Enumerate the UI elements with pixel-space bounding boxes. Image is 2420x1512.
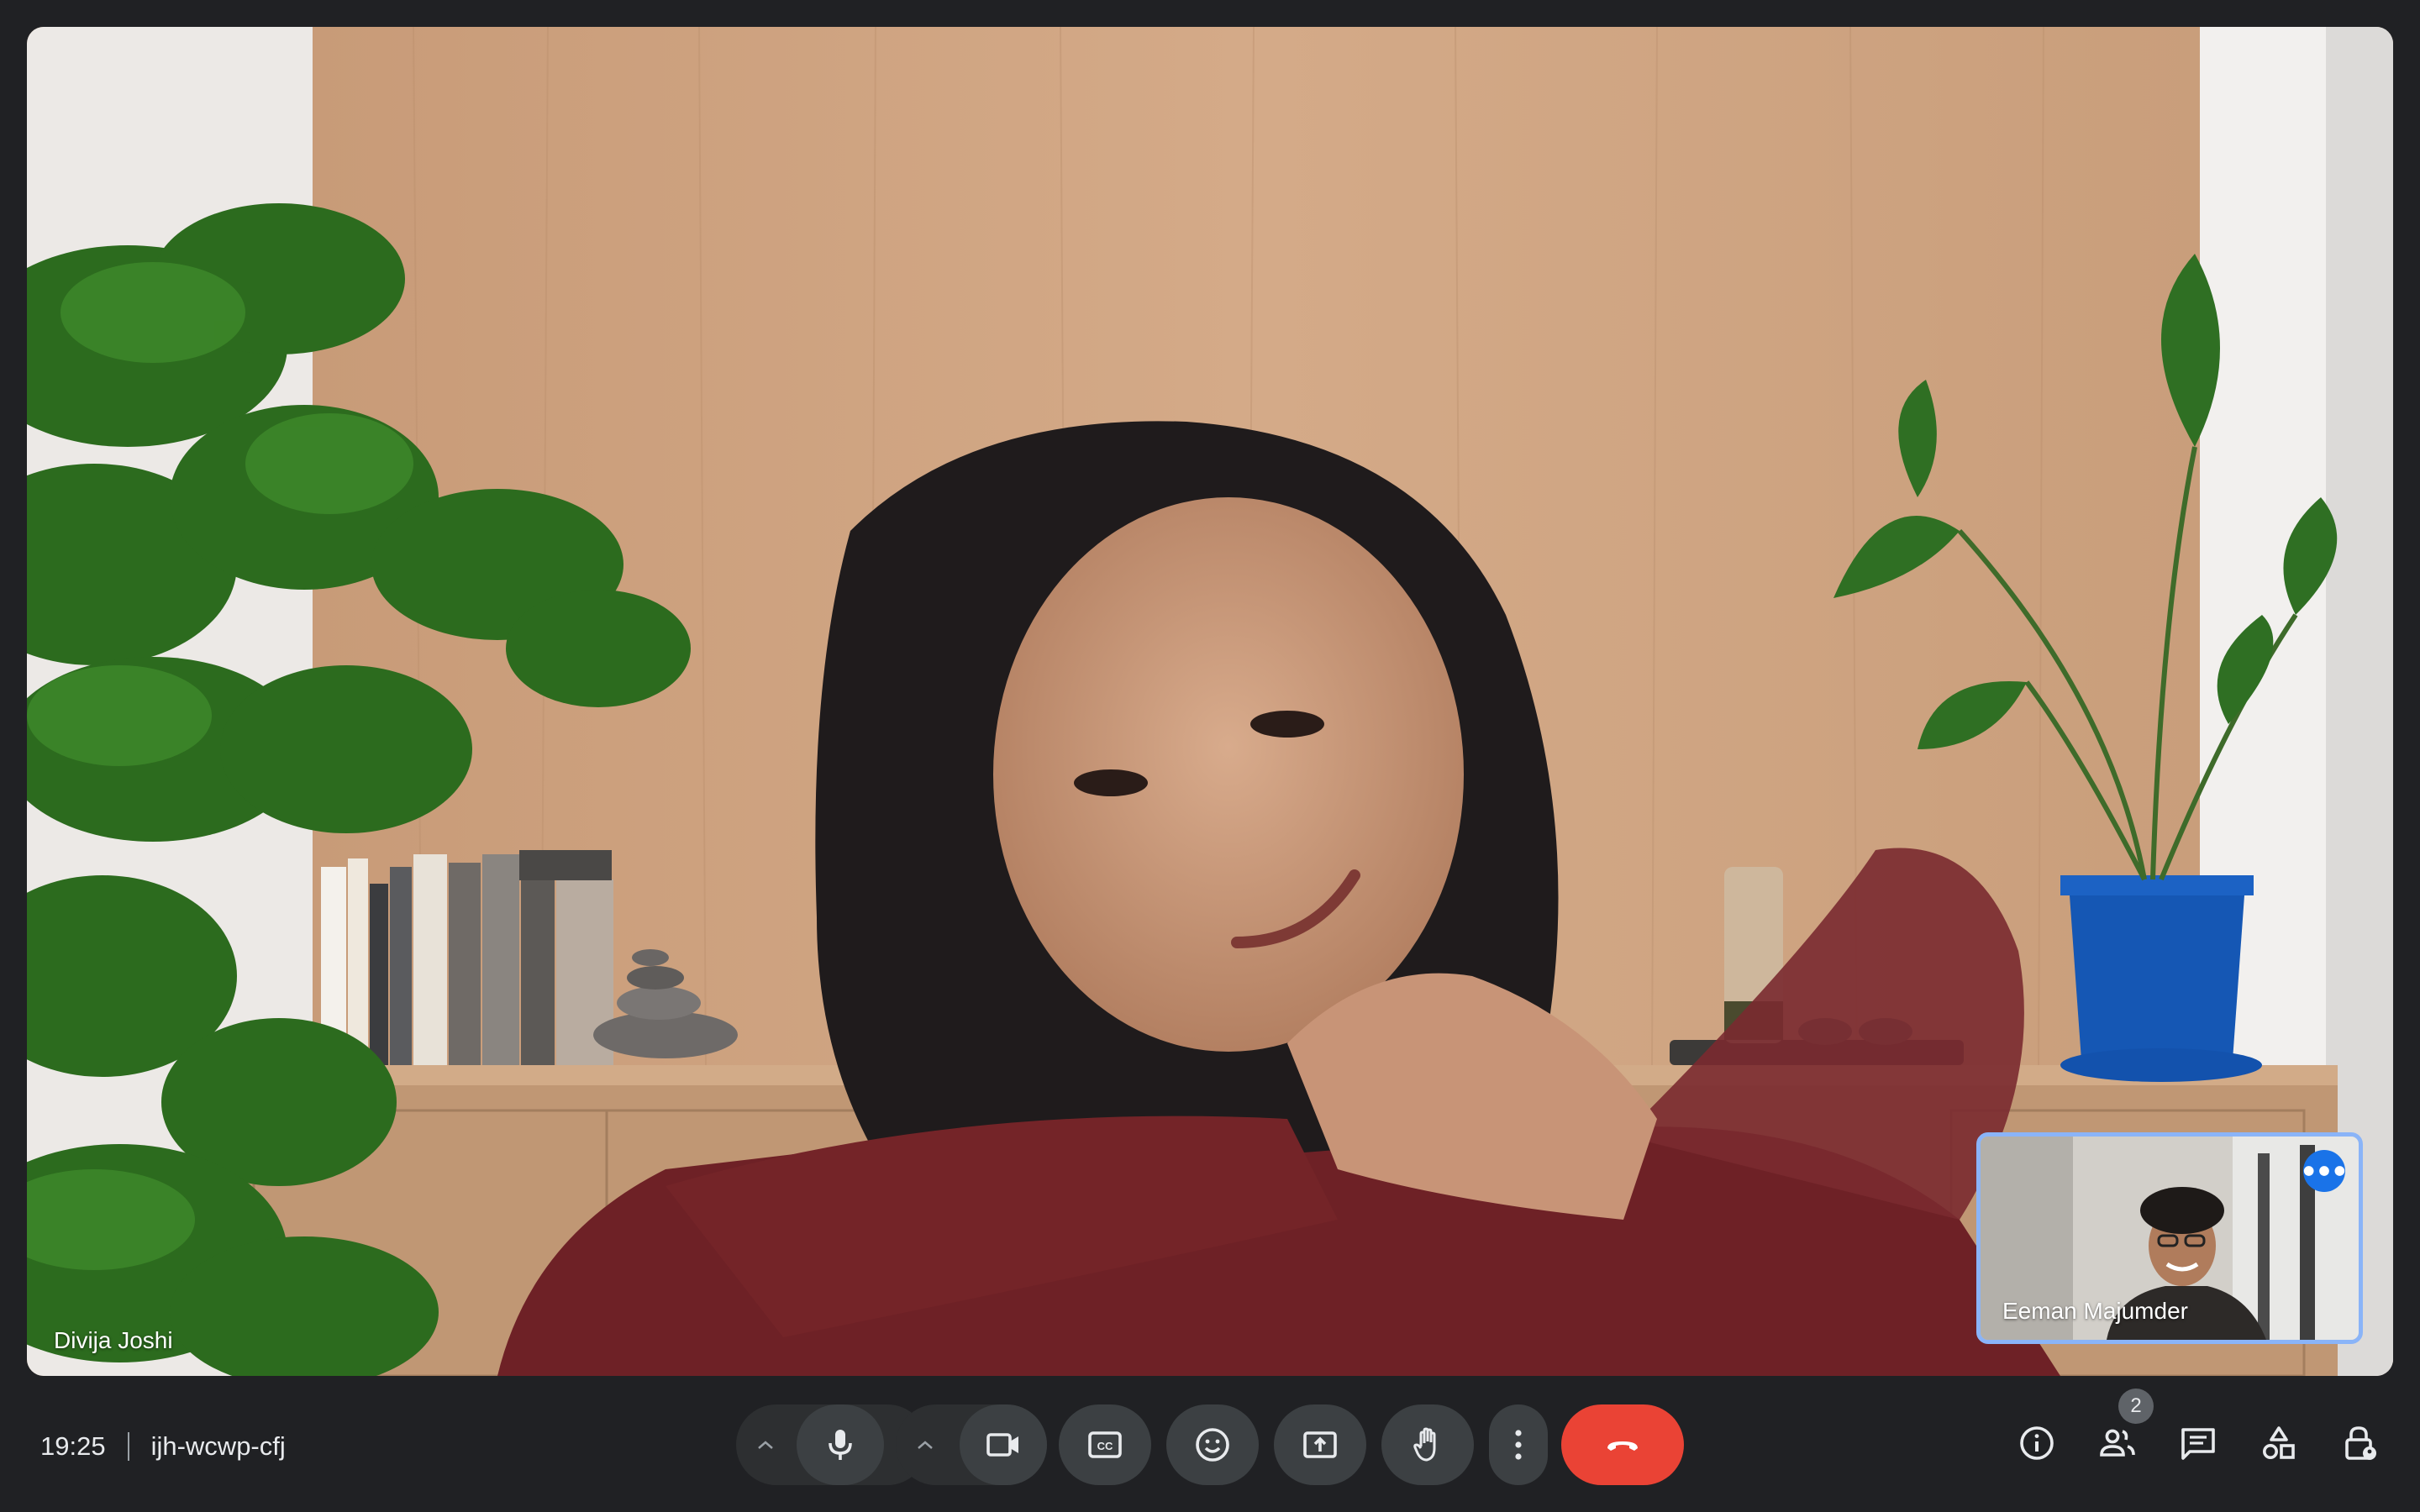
audio-settings-button[interactable] <box>736 1404 795 1485</box>
host-controls-button[interactable] <box>2326 1410 2393 1477</box>
end-call-icon <box>1607 1441 1638 1451</box>
camera-button[interactable] <box>960 1404 1047 1485</box>
end-call-button[interactable] <box>1561 1404 1684 1485</box>
raise-hand-button[interactable] <box>1381 1404 1474 1485</box>
svg-text:CC: CC <box>1097 1440 1113 1452</box>
reactions-button[interactable] <box>1166 1404 1259 1485</box>
more-horiz-icon <box>2303 1166 2345 1176</box>
host-controls-icon <box>2345 1426 2376 1460</box>
activities-button[interactable] <box>2245 1410 2312 1477</box>
participant-count-badge: 2 <box>2118 1389 2154 1424</box>
self-view-tile[interactable]: Eeman Majumder <box>1976 1132 2363 1344</box>
info-icon <box>2020 1426 2054 1460</box>
present-screen-button[interactable] <box>1274 1404 1366 1485</box>
chat-button[interactable] <box>2165 1410 2232 1477</box>
activities-icon <box>2263 1426 2295 1459</box>
meeting-details-button[interactable] <box>2003 1410 2070 1477</box>
chat-icon <box>2181 1428 2215 1460</box>
microphone-button[interactable] <box>797 1404 884 1485</box>
more-vert-icon <box>1515 1430 1522 1460</box>
emoji-icon <box>1196 1428 1229 1462</box>
more-options-button[interactable] <box>1489 1404 1548 1485</box>
microphone-icon <box>829 1430 852 1460</box>
bottom-control-bar: 19:25 ijh-wcwp-cfj CC 2 <box>0 1376 2420 1512</box>
present-screen-icon <box>1303 1431 1337 1458</box>
captions-button[interactable]: CC <box>1059 1404 1151 1485</box>
chevron-up-icon <box>918 1441 933 1449</box>
people-icon <box>2100 1429 2135 1457</box>
chevron-up-icon <box>758 1441 773 1449</box>
raise-hand-icon <box>1413 1427 1436 1462</box>
self-participant-name: Eeman Majumder <box>2002 1298 2188 1324</box>
closed-captions-icon: CC <box>1088 1431 1122 1458</box>
video-settings-button[interactable] <box>896 1404 955 1485</box>
video-camera-icon <box>986 1433 1018 1457</box>
self-view-options-button[interactable] <box>2303 1150 2345 1192</box>
main-participant-name: Divija Joshi <box>54 1327 173 1353</box>
